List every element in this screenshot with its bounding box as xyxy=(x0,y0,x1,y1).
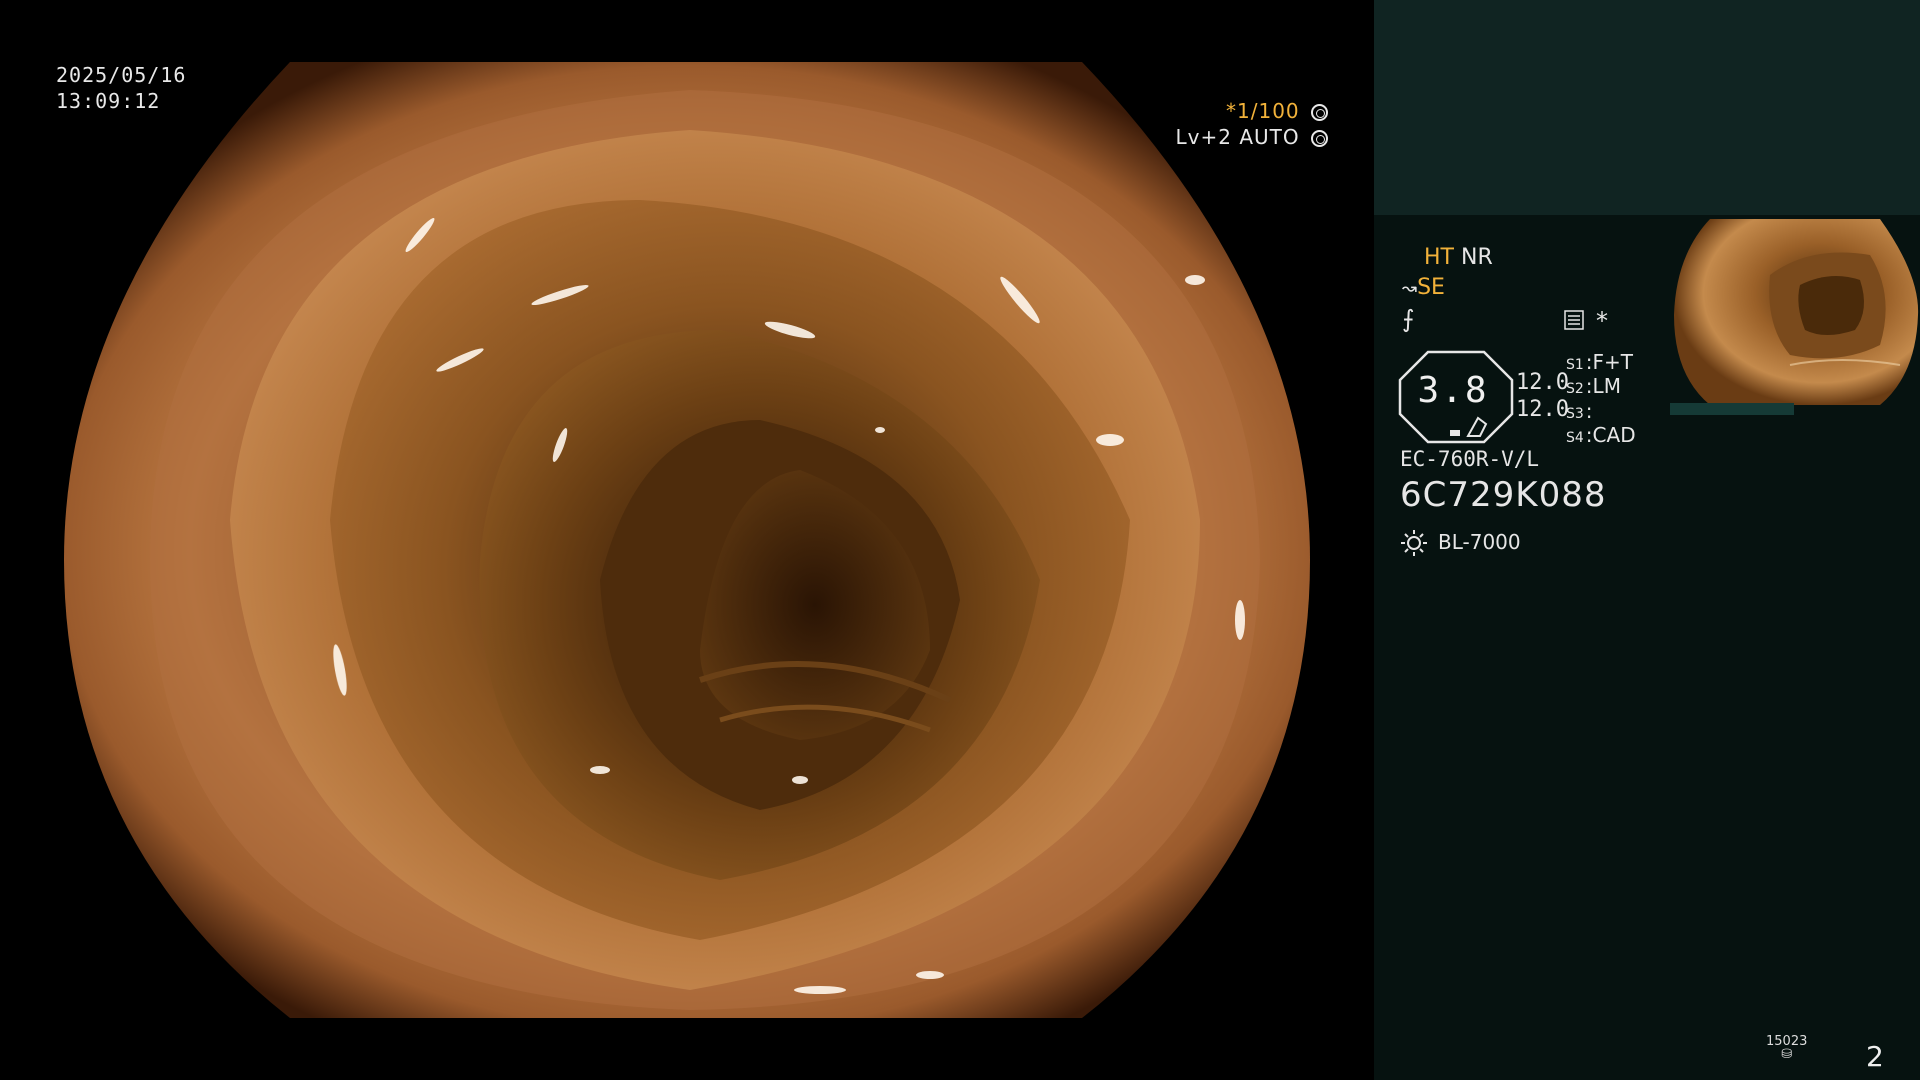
lamp-icon xyxy=(1401,530,1427,556)
page-number: 2 xyxy=(1866,1040,1884,1073)
asterisk-indicator: * xyxy=(1596,307,1608,335)
ht-nr-indicator: HT NR xyxy=(1424,245,1493,270)
time-text: 13:09:12 xyxy=(56,89,161,113)
color-mode-icon xyxy=(1564,310,1584,330)
zoom-param-a: 12.0 xyxy=(1516,370,1569,395)
exposure-mode-text: AUTO xyxy=(1239,125,1300,149)
aperture-icon xyxy=(1311,104,1328,121)
endoscope-main-view: 2025/05/16 13:09:12 *1/100 Lv+2 AUTO xyxy=(0,0,1374,1080)
serial-number-text: 6C729K088 xyxy=(1400,475,1607,515)
zoom-value: 3.8 xyxy=(1417,370,1489,411)
exposure-readout: *1/100 Lv+2 AUTO xyxy=(1176,98,1328,150)
zoom-param-b: 12.0 xyxy=(1516,397,1569,422)
date-time-readout: 2025/05/16 13:09:12 xyxy=(56,62,186,114)
switch-s1: S1:F+T xyxy=(1566,350,1634,374)
nr-label: NR xyxy=(1460,245,1493,270)
structure-enhance-indicator: ↝SE xyxy=(1402,275,1445,300)
filter-icon: ⨍ xyxy=(1402,305,1415,333)
scope-model-text: EC-760R-V/L xyxy=(1400,447,1540,471)
date-text: 2025/05/16 xyxy=(56,63,187,87)
brightness-level-text: Lv+2 xyxy=(1175,125,1232,149)
endoscopy-image xyxy=(64,62,1310,1018)
info-panel-header xyxy=(1374,0,1920,215)
switch-s3: S3: xyxy=(1566,399,1593,423)
storage-drum-icon: ⛁ xyxy=(1781,1047,1793,1062)
ht-label: HT xyxy=(1424,245,1454,270)
enhance-curve-icon: ↝ xyxy=(1402,278,1418,299)
image-counter: 15023 ⛁ xyxy=(1766,1035,1807,1061)
thumbnail-image xyxy=(1674,219,1919,405)
light-source-text: BL-7000 xyxy=(1438,530,1521,554)
se-label: SE xyxy=(1417,275,1445,300)
thumbnail-status-bar xyxy=(1670,403,1794,415)
shutter-speed-text: *1/100 xyxy=(1226,99,1300,123)
capture-thumbnail[interactable] xyxy=(1670,215,1920,415)
auto-iris-icon xyxy=(1311,130,1328,147)
switch-s2: S2:LM xyxy=(1566,374,1621,398)
switch-s4: S4:CAD xyxy=(1566,423,1636,447)
